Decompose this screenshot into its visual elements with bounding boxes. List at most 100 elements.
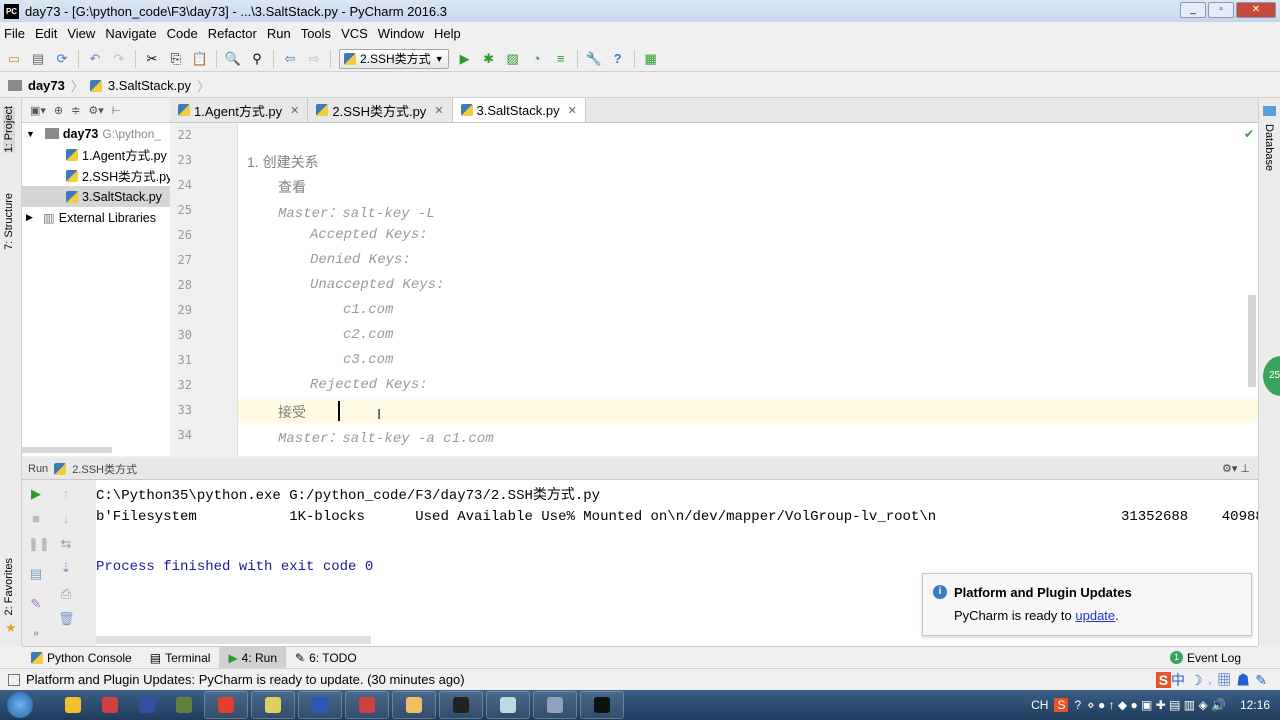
- tab-todo[interactable]: ✎ 6: TODO: [286, 647, 366, 669]
- restore-layout-icon[interactable]: ▤: [28, 566, 44, 582]
- minimize-button[interactable]: _: [1180, 2, 1206, 18]
- soft-wrap-icon[interactable]: ⇆: [58, 536, 74, 552]
- event-log-button[interactable]: 1 Event Log: [1161, 647, 1250, 669]
- menu-navigate[interactable]: Navigate: [105, 26, 156, 41]
- cut-icon[interactable]: ✂: [144, 51, 160, 67]
- tab-agent[interactable]: 1.Agent方式.py ✕: [170, 98, 309, 122]
- tree-item-file[interactable]: 1.Agent方式.py: [66, 144, 167, 165]
- start-button[interactable]: [0, 690, 40, 720]
- image-app-icon[interactable]: [392, 691, 436, 719]
- menu-file[interactable]: File: [4, 26, 25, 41]
- debug-icon[interactable]: ✱: [481, 51, 497, 67]
- view-mode-icon[interactable]: ▣▾: [30, 104, 46, 117]
- floating-badge[interactable]: 25: [1263, 356, 1280, 396]
- open-icon[interactable]: ▭: [6, 51, 22, 67]
- save-app-icon[interactable]: [130, 691, 164, 719]
- status-message[interactable]: Platform and Plugin Updates: PyCharm is …: [26, 672, 465, 687]
- sogou-icon[interactable]: S: [1054, 698, 1069, 712]
- scroll-to-end-icon[interactable]: ⇣: [58, 560, 74, 576]
- xmind-app-icon[interactable]: [345, 691, 389, 719]
- status-toggle-icon[interactable]: [8, 673, 20, 686]
- save-icon[interactable]: ▤: [30, 51, 46, 67]
- print-icon[interactable]: ⎙: [58, 586, 74, 602]
- help-icon[interactable]: ?: [610, 51, 626, 67]
- locate-icon[interactable]: ⊕: [54, 104, 63, 117]
- trash-icon[interactable]: 🗑: [58, 611, 75, 627]
- project-tool-button[interactable]: 1: Project: [3, 106, 15, 153]
- sdk-icon[interactable]: ▦: [643, 51, 659, 67]
- find-icon[interactable]: 🔍: [225, 51, 241, 67]
- folder-app-icon[interactable]: [486, 691, 530, 719]
- explorer-app-icon[interactable]: [56, 691, 90, 719]
- settings-icon[interactable]: 🔧: [586, 51, 602, 67]
- close-tab-icon[interactable]: ✕: [568, 104, 577, 117]
- tree-item-file-selected[interactable]: 3.SaltStack.py: [22, 186, 170, 207]
- profile-icon[interactable]: ◔: [529, 51, 545, 67]
- horizontal-scrollbar[interactable]: [22, 447, 112, 453]
- close-tab-icon[interactable]: ✕: [434, 104, 443, 117]
- redo-icon[interactable]: ↷: [111, 51, 127, 67]
- notepad-app-icon[interactable]: [251, 691, 295, 719]
- copy-icon[interactable]: ⎘: [168, 51, 184, 67]
- horizontal-scrollbar[interactable]: [96, 636, 371, 644]
- pin-icon[interactable]: ✎: [28, 596, 44, 612]
- cmd-app-icon[interactable]: [439, 691, 483, 719]
- paint-app-icon[interactable]: [93, 691, 127, 719]
- breadcrumb-item[interactable]: day73: [28, 78, 65, 93]
- gear-icon[interactable]: ⚙▾ ⊥: [1222, 462, 1250, 475]
- language-indicator[interactable]: CH: [1031, 698, 1048, 712]
- tab-saltstack[interactable]: 3.SaltStack.py ✕: [452, 98, 586, 122]
- pause-icon[interactable]: ❚❚: [28, 536, 50, 552]
- chrome-app-icon[interactable]: [204, 691, 248, 719]
- tool-app-icon[interactable]: [167, 691, 201, 719]
- run-config-select[interactable]: 2.SSH类方式 ▼: [339, 48, 449, 69]
- rerun-icon[interactable]: ▶: [28, 486, 44, 502]
- tab-ssh[interactable]: 2.SSH类方式.py ✕: [308, 98, 453, 122]
- menu-view[interactable]: View: [67, 26, 95, 41]
- tree-item-day73[interactable]: ▼ day73 G:\python_: [26, 123, 161, 144]
- menu-edit[interactable]: Edit: [35, 26, 57, 41]
- menu-window[interactable]: Window: [378, 26, 424, 41]
- up-arrow-icon[interactable]: ↑: [58, 486, 74, 502]
- menu-code[interactable]: Code: [167, 26, 198, 41]
- hide-icon[interactable]: ⊢: [112, 104, 122, 117]
- menu-refactor[interactable]: Refactor: [208, 26, 257, 41]
- word-app-icon[interactable]: [298, 691, 342, 719]
- help-icon[interactable]: ?: [1074, 698, 1081, 712]
- run-config-tab[interactable]: 2.SSH类方式: [72, 461, 137, 477]
- tab-terminal[interactable]: ▤ Terminal: [141, 647, 220, 669]
- favorites-tool-button[interactable]: 2: Favorites: [3, 558, 15, 615]
- tree-item-external-libraries[interactable]: ▶ ▥ External Libraries: [26, 207, 156, 228]
- network-app-icon[interactable]: [533, 691, 577, 719]
- collapse-icon[interactable]: ≑: [71, 104, 80, 117]
- close-tab-icon[interactable]: ✕: [290, 104, 299, 117]
- paste-icon[interactable]: 📋: [192, 51, 208, 67]
- stop-icon[interactable]: ■: [28, 511, 44, 527]
- sync-icon[interactable]: ⟳: [54, 51, 70, 67]
- menu-vcs[interactable]: VCS: [341, 26, 368, 41]
- undo-icon[interactable]: ↶: [87, 51, 103, 67]
- tab-python-console[interactable]: Python Console: [22, 647, 141, 669]
- back-icon[interactable]: ⇦: [282, 51, 298, 67]
- clock[interactable]: 12:16: [1240, 698, 1270, 712]
- database-tool-button[interactable]: Database: [1263, 124, 1275, 171]
- code-editor[interactable]: ✔ I 1. 创建关系 查看 Master：salt-key -L Accepted …: [238, 123, 1258, 456]
- gear-icon[interactable]: ⚙▾: [88, 104, 103, 117]
- down-arrow-icon[interactable]: ↓: [58, 511, 74, 527]
- menu-help[interactable]: Help: [434, 26, 461, 41]
- update-link[interactable]: update: [1075, 608, 1115, 623]
- coverage-icon[interactable]: ▨: [505, 51, 521, 67]
- more-icon[interactable]: »: [28, 626, 44, 642]
- tab-run[interactable]: ▶ 4: Run: [219, 646, 287, 669]
- concurrency-icon[interactable]: ≡: [553, 51, 569, 67]
- run-icon[interactable]: ▶: [457, 51, 473, 67]
- menu-run[interactable]: Run: [267, 26, 291, 41]
- forward-icon[interactable]: ⇨: [306, 51, 322, 67]
- vertical-scrollbar[interactable]: [1248, 295, 1256, 387]
- pycharm-app-icon[interactable]: [580, 691, 624, 719]
- replace-icon[interactable]: ⚲: [249, 51, 265, 67]
- ime-toolbar[interactable]: S 中☽˒▦☗✎: [1155, 670, 1272, 690]
- breadcrumb-item[interactable]: 3.SaltStack.py: [108, 78, 191, 93]
- tray-icons[interactable]: ⋄ ● ↑ ◆ ● ▣ ✚ ▤ ▥ ◈ 🔊: [1087, 698, 1226, 712]
- tree-item-file[interactable]: 2.SSH类方式.py: [66, 165, 172, 186]
